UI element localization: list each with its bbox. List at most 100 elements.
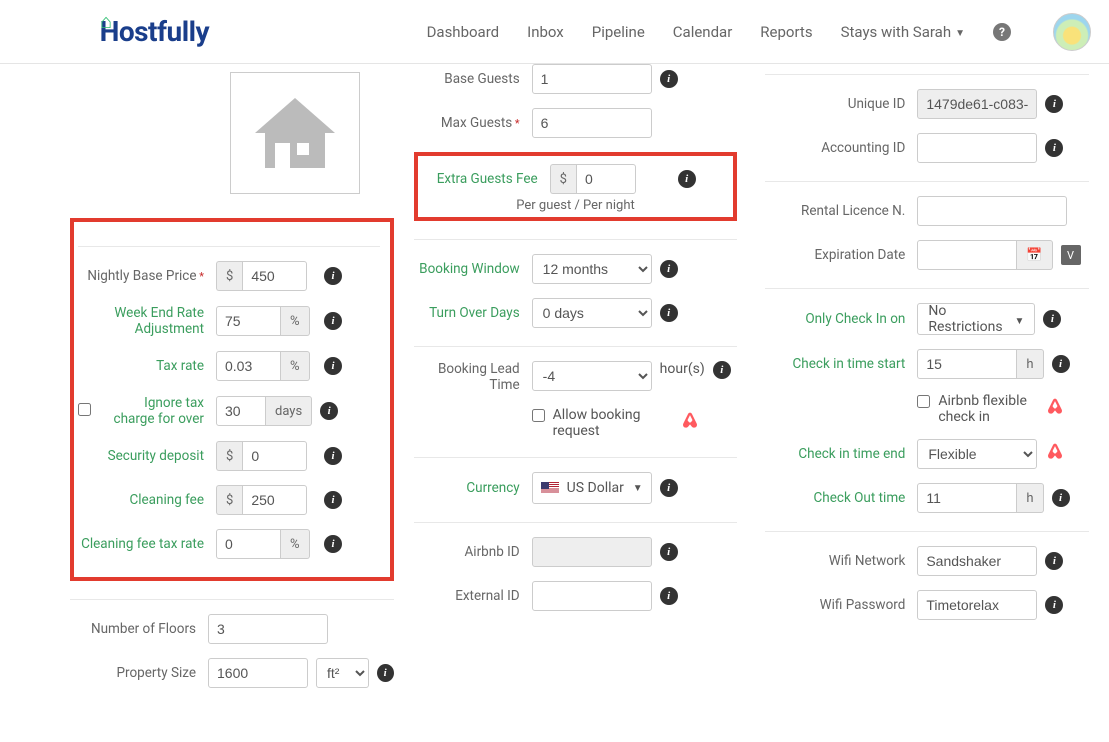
only-checkin-label: Only Check In on xyxy=(765,311,909,327)
expiration-input[interactable] xyxy=(917,240,1017,270)
licence-input[interactable] xyxy=(917,196,1067,226)
currency-select[interactable]: US Dollar ▼ xyxy=(532,472,652,504)
info-icon[interactable]: i xyxy=(678,170,696,188)
info-icon[interactable]: i xyxy=(1043,310,1061,328)
column-details: Unique ID i Accounting ID i Rental Licen… xyxy=(765,64,1089,702)
house-icon xyxy=(245,88,345,178)
airbnb-id-label: Airbnb ID xyxy=(414,544,524,560)
calendar-icon[interactable]: 📅 xyxy=(1017,240,1052,270)
security-deposit-input[interactable] xyxy=(242,441,307,471)
logo-roof-icon: ⌂ xyxy=(100,9,112,34)
ignore-tax-label: Ignore tax charge for over xyxy=(104,395,208,427)
extra-guests-label: Extra Guests Fee xyxy=(424,171,542,187)
avatar[interactable] xyxy=(1053,13,1091,51)
floors-input[interactable] xyxy=(208,614,328,644)
info-icon[interactable]: i xyxy=(324,357,342,375)
max-guests-input[interactable] xyxy=(532,108,652,138)
hour-unit: h xyxy=(1017,349,1043,379)
brand-logo[interactable]: ⌂ Hostfully xyxy=(90,15,209,48)
info-icon[interactable]: i xyxy=(1045,95,1063,113)
help-icon[interactable]: ? xyxy=(993,23,1011,41)
chevron-down-icon: ▼ xyxy=(1014,316,1024,327)
info-icon[interactable]: i xyxy=(324,535,342,553)
allow-request-checkbox[interactable] xyxy=(532,409,545,422)
ignore-tax-days-input[interactable] xyxy=(216,396,266,426)
lead-time-unit: hour(s) xyxy=(660,361,705,377)
cleaning-fee-input[interactable] xyxy=(242,485,307,515)
info-icon[interactable]: i xyxy=(660,304,678,322)
info-icon[interactable]: i xyxy=(713,361,731,379)
airbnb-icon xyxy=(1045,397,1065,421)
validate-button[interactable]: V xyxy=(1061,245,1081,265)
nav-calendar[interactable]: Calendar xyxy=(673,23,733,41)
size-input[interactable] xyxy=(208,658,308,688)
airbnb-flex-checkbox[interactable] xyxy=(917,395,930,408)
currency-symbol: $ xyxy=(216,261,242,291)
info-icon[interactable]: i xyxy=(660,70,678,88)
checkout-input[interactable] xyxy=(917,483,1017,513)
info-icon[interactable]: i xyxy=(324,491,342,509)
allow-request-label: Allow booking request xyxy=(553,407,672,439)
info-icon[interactable]: i xyxy=(1045,139,1063,157)
size-unit-select[interactable]: ft² xyxy=(316,658,369,688)
nightly-price-label: Nightly Base Price xyxy=(78,268,208,284)
nav-inbox[interactable]: Inbox xyxy=(527,23,564,41)
info-icon[interactable]: i xyxy=(324,312,342,330)
cleaning-tax-input[interactable] xyxy=(216,529,281,559)
info-icon[interactable]: i xyxy=(660,587,678,605)
info-icon[interactable]: i xyxy=(660,543,678,561)
percent-unit: % xyxy=(281,351,310,381)
info-icon[interactable]: i xyxy=(1052,489,1070,507)
info-icon[interactable]: i xyxy=(660,479,678,497)
extra-guests-input[interactable] xyxy=(576,164,636,194)
info-icon[interactable]: i xyxy=(324,267,342,285)
turnover-select[interactable]: 0 days xyxy=(532,298,652,328)
base-guests-input[interactable] xyxy=(532,64,652,94)
checkin-end-select[interactable]: Flexible xyxy=(917,439,1037,469)
size-label: Property Size xyxy=(70,665,200,681)
external-id-input[interactable] xyxy=(532,581,652,611)
hour-unit: h xyxy=(1017,483,1043,513)
cleaning-fee-label: Cleaning fee xyxy=(78,492,208,508)
airbnb-icon xyxy=(1045,442,1065,466)
security-deposit-label: Security deposit xyxy=(78,448,208,464)
weekend-rate-label: Week End Rate Adjustment xyxy=(78,305,208,337)
wifi-net-input[interactable] xyxy=(917,546,1037,576)
accounting-id-input[interactable] xyxy=(917,133,1037,163)
booking-window-select[interactable]: 12 months xyxy=(532,254,652,284)
property-thumbnail[interactable] xyxy=(230,72,360,194)
nightly-price-input[interactable] xyxy=(242,261,307,291)
external-id-label: External ID xyxy=(414,588,524,604)
only-checkin-value: No Restrictions xyxy=(928,303,1008,335)
wifi-pass-input[interactable] xyxy=(917,590,1037,620)
info-icon[interactable]: i xyxy=(1045,596,1063,614)
wifi-pass-label: Wifi Password xyxy=(765,597,909,613)
weekend-rate-input[interactable] xyxy=(216,306,281,336)
nav-user-menu[interactable]: Stays with Sarah ▼ xyxy=(841,23,965,41)
airbnb-icon xyxy=(680,411,700,435)
checkout-label: Check Out time xyxy=(765,490,909,506)
info-icon[interactable]: i xyxy=(320,402,338,420)
turnover-label: Turn Over Days xyxy=(414,305,524,321)
checkin-end-label: Check in time end xyxy=(765,446,909,462)
nav-dashboard[interactable]: Dashboard xyxy=(427,23,500,41)
info-icon[interactable]: i xyxy=(377,664,394,682)
info-icon[interactable]: i xyxy=(1052,355,1070,373)
info-icon[interactable]: i xyxy=(1045,552,1063,570)
tax-rate-input[interactable] xyxy=(216,351,281,381)
cleaning-tax-label: Cleaning fee tax rate xyxy=(78,536,208,552)
lead-time-select[interactable]: -4 xyxy=(532,361,652,391)
percent-unit: % xyxy=(281,529,310,559)
info-icon[interactable]: i xyxy=(660,260,678,278)
extra-guests-note: Per guest / Per night xyxy=(424,198,728,213)
base-guests-label: Base Guests xyxy=(414,71,524,87)
unique-id-label: Unique ID xyxy=(765,96,909,112)
checkin-start-input[interactable] xyxy=(917,349,1017,379)
info-icon[interactable]: i xyxy=(324,447,342,465)
unique-id-input xyxy=(917,89,1037,119)
nav-reports[interactable]: Reports xyxy=(760,23,812,41)
ignore-tax-checkbox[interactable] xyxy=(78,403,91,416)
nav-pipeline[interactable]: Pipeline xyxy=(592,23,645,41)
airbnb-id-input xyxy=(532,537,652,567)
only-checkin-select[interactable]: No Restrictions ▼ xyxy=(917,303,1035,335)
